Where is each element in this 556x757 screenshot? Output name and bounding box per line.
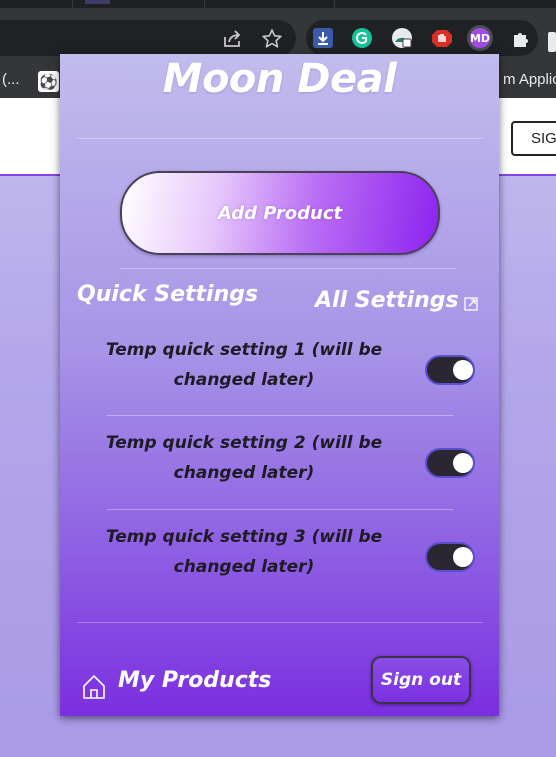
home-icon[interactable] [82,674,106,700]
toggle-knob [453,453,473,473]
popup-title: Moon Deal [162,56,397,102]
setting-toggle[interactable] [425,448,475,478]
setting-toggle[interactable] [425,355,475,385]
setting-label: Temp quick setting 1 (will be changed la… [105,340,383,390]
divider [120,268,456,269]
tab-indicator[interactable] [85,0,110,4]
bookmark-item[interactable]: m Applic [503,71,556,88]
divider [107,415,453,416]
download-icon[interactable] [310,25,336,51]
divider [77,138,483,139]
address-bar[interactable] [0,20,296,56]
all-settings-link[interactable]: All Settings [315,288,459,313]
extensions-area: MD [306,20,538,56]
setting-row: Temp quick setting 2 (will be changed la… [60,428,499,522]
setting-label: Temp quick setting 2 (will be changed la… [105,433,383,483]
tab-separator [72,0,73,8]
menu-icon[interactable] [548,32,556,52]
tab-separator [334,0,335,8]
puzzle-icon[interactable] [508,25,534,51]
stop-hand-icon[interactable] [429,25,455,51]
svg-text:MD: MD [470,32,490,45]
external-link-icon[interactable] [464,297,478,311]
setting-toggle[interactable] [425,542,475,572]
tab-separator [204,0,205,8]
toggle-knob [453,547,473,567]
setting-row: Temp quick setting 3 (will be changed la… [60,522,499,616]
share-icon[interactable] [221,28,243,50]
setting-label: Temp quick setting 3 (will be changed la… [105,527,383,577]
grammarly-icon[interactable] [349,25,375,51]
sign-out-button[interactable]: Sign out [371,656,471,704]
star-icon[interactable] [261,28,283,50]
bookmark-item[interactable]: (... [2,71,20,88]
toggle-knob [453,360,473,380]
sign-in-button[interactable]: SIGN IN [511,121,556,156]
vpn-icon[interactable] [389,25,415,51]
add-product-button[interactable]: Add Product [120,171,440,255]
tab-strip [0,0,556,8]
quick-settings-heading: Quick Settings [77,282,259,307]
divider [107,509,453,510]
divider [77,622,483,623]
extension-popup: Moon Deal Add Product Quick Settings All… [60,54,499,716]
soccer-ball-icon[interactable]: ⚽ [38,71,59,92]
moon-deal-icon[interactable]: MD [467,25,493,51]
my-products-link[interactable]: My Products [118,668,271,693]
